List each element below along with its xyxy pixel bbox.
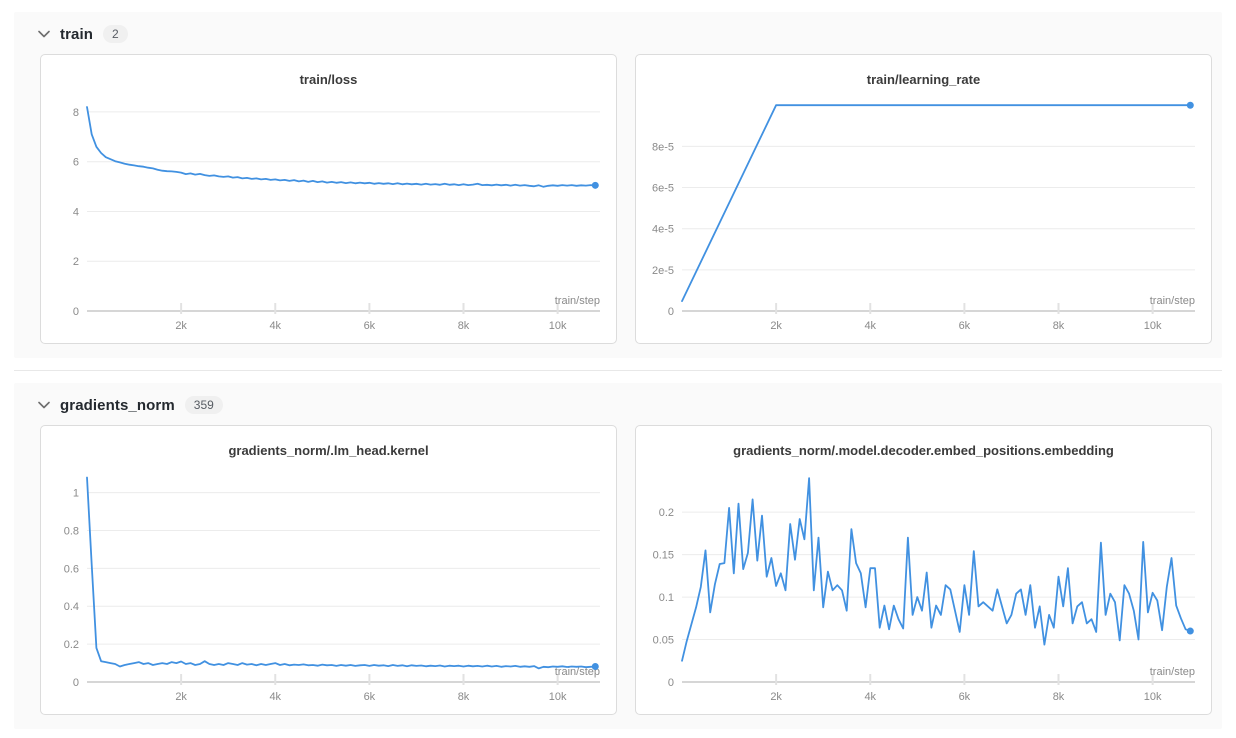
line-chart-embed-positions[interactable]: 0 0.05 0.1 0.15 0.2 2k 4k 6k 8k 10k train/step (636, 460, 1211, 714)
chart-title: train/loss (41, 55, 616, 89)
line-chart-lm-head-kernel[interactable]: 00.20.40.60.812k4k6k8k10ktrain/step (41, 460, 616, 714)
chart-title: gradients_norm/.lm_head.kernel (41, 426, 616, 460)
svg-text:0.1: 0.1 (659, 592, 674, 604)
svg-text:8: 8 (73, 107, 79, 119)
svg-text:6k: 6k (959, 320, 971, 332)
svg-text:10k: 10k (1144, 320, 1162, 332)
svg-text:2k: 2k (175, 691, 187, 703)
svg-text:8k: 8k (1053, 691, 1065, 703)
svg-text:0.15: 0.15 (653, 550, 674, 562)
section-title: gradients_norm (60, 397, 175, 414)
chart-panel-train-loss[interactable]: train/loss 0 2 4 6 8 2k 4k 6k 8k 10k train/step (40, 54, 617, 344)
svg-text:2k: 2k (770, 320, 782, 332)
svg-text:4k: 4k (864, 320, 876, 332)
svg-text:6e-5: 6e-5 (652, 183, 674, 195)
svg-text:0: 0 (668, 306, 674, 318)
svg-text:2e-5: 2e-5 (652, 265, 674, 277)
section-count-badge: 359 (185, 396, 223, 414)
svg-text:6k: 6k (959, 691, 971, 703)
svg-text:train/step: train/step (1150, 295, 1195, 307)
svg-text:10k: 10k (549, 691, 567, 703)
svg-text:0.2: 0.2 (64, 639, 79, 651)
section-count-badge: 2 (103, 25, 128, 43)
svg-text:0.4: 0.4 (64, 601, 79, 613)
chart-panel-embed-positions[interactable]: gradients_norm/.model.decoder.embed_posi… (635, 425, 1212, 715)
chart-panel-lm-head-kernel[interactable]: gradients_norm/.lm_head.kernel 0 0.2 0.4 0.… (40, 425, 617, 715)
chart-title: gradients_norm/.model.decoder.embed_posi… (636, 426, 1211, 460)
svg-text:0: 0 (73, 306, 79, 318)
metrics-dashboard: train 2 train/loss 024682k4k6k8k10ktrain… (0, 0, 1236, 735)
panel-grid: gradients_norm/.lm_head.kernel 0 0.2 0.4 0.… (14, 425, 1222, 715)
svg-text:0.8: 0.8 (64, 525, 79, 537)
svg-text:6k: 6k (364, 320, 376, 332)
chevron-down-icon (38, 401, 50, 409)
chart-title: train/learning_rate (636, 55, 1211, 89)
section-gradients-norm-toggle[interactable]: gradients_norm 359 (14, 383, 1222, 425)
svg-text:4k: 4k (864, 691, 876, 703)
svg-text:0.6: 0.6 (64, 563, 79, 575)
svg-text:0: 0 (73, 677, 79, 689)
svg-text:4: 4 (73, 206, 79, 218)
svg-text:0.2: 0.2 (659, 507, 674, 519)
svg-text:10k: 10k (1144, 691, 1162, 703)
svg-text:0: 0 (668, 677, 674, 689)
svg-text:8e-5: 8e-5 (652, 141, 674, 153)
svg-text:2: 2 (73, 256, 79, 268)
svg-text:4k: 4k (269, 320, 281, 332)
section-train: train 2 train/loss 024682k4k6k8k10ktrain… (14, 12, 1222, 358)
svg-text:1: 1 (73, 488, 79, 500)
section-train-toggle[interactable]: train 2 (14, 12, 1222, 54)
svg-text:4k: 4k (269, 691, 281, 703)
line-chart-train-loss[interactable]: 0 2 4 6 8 2k 4k 6k 8k 10k train/step (41, 89, 616, 343)
section-divider (14, 370, 1222, 371)
svg-text:4e-5: 4e-5 (652, 224, 674, 236)
chart-panel-train-learning-rate[interactable]: train/learning_rate 0 2e-5 4e-5 6e-5 8e-5 2k 4… (635, 54, 1212, 344)
svg-text:6: 6 (73, 157, 79, 169)
svg-text:train/step: train/step (1150, 666, 1195, 678)
chevron-down-icon (38, 30, 50, 38)
svg-text:8k: 8k (458, 320, 470, 332)
svg-text:2k: 2k (770, 691, 782, 703)
svg-text:train/step: train/step (555, 295, 600, 307)
svg-text:10k: 10k (549, 320, 567, 332)
section-title: train (60, 26, 93, 43)
line-chart-train-learning-rate[interactable]: 0 2e-5 4e-5 6e-5 8e-5 2k 4k 6k 8k 10k train/step (636, 89, 1211, 343)
svg-text:8k: 8k (1053, 320, 1065, 332)
svg-text:2k: 2k (175, 320, 187, 332)
svg-text:0.05: 0.05 (653, 635, 674, 647)
panel-grid: train/loss 0 2 4 6 8 2k 4k 6k 8k 10k train/step tr… (14, 54, 1222, 344)
section-gradients-norm: gradients_norm 359 gradients_norm/.lm_he… (14, 383, 1222, 729)
svg-text:8k: 8k (458, 691, 470, 703)
svg-text:6k: 6k (364, 691, 376, 703)
